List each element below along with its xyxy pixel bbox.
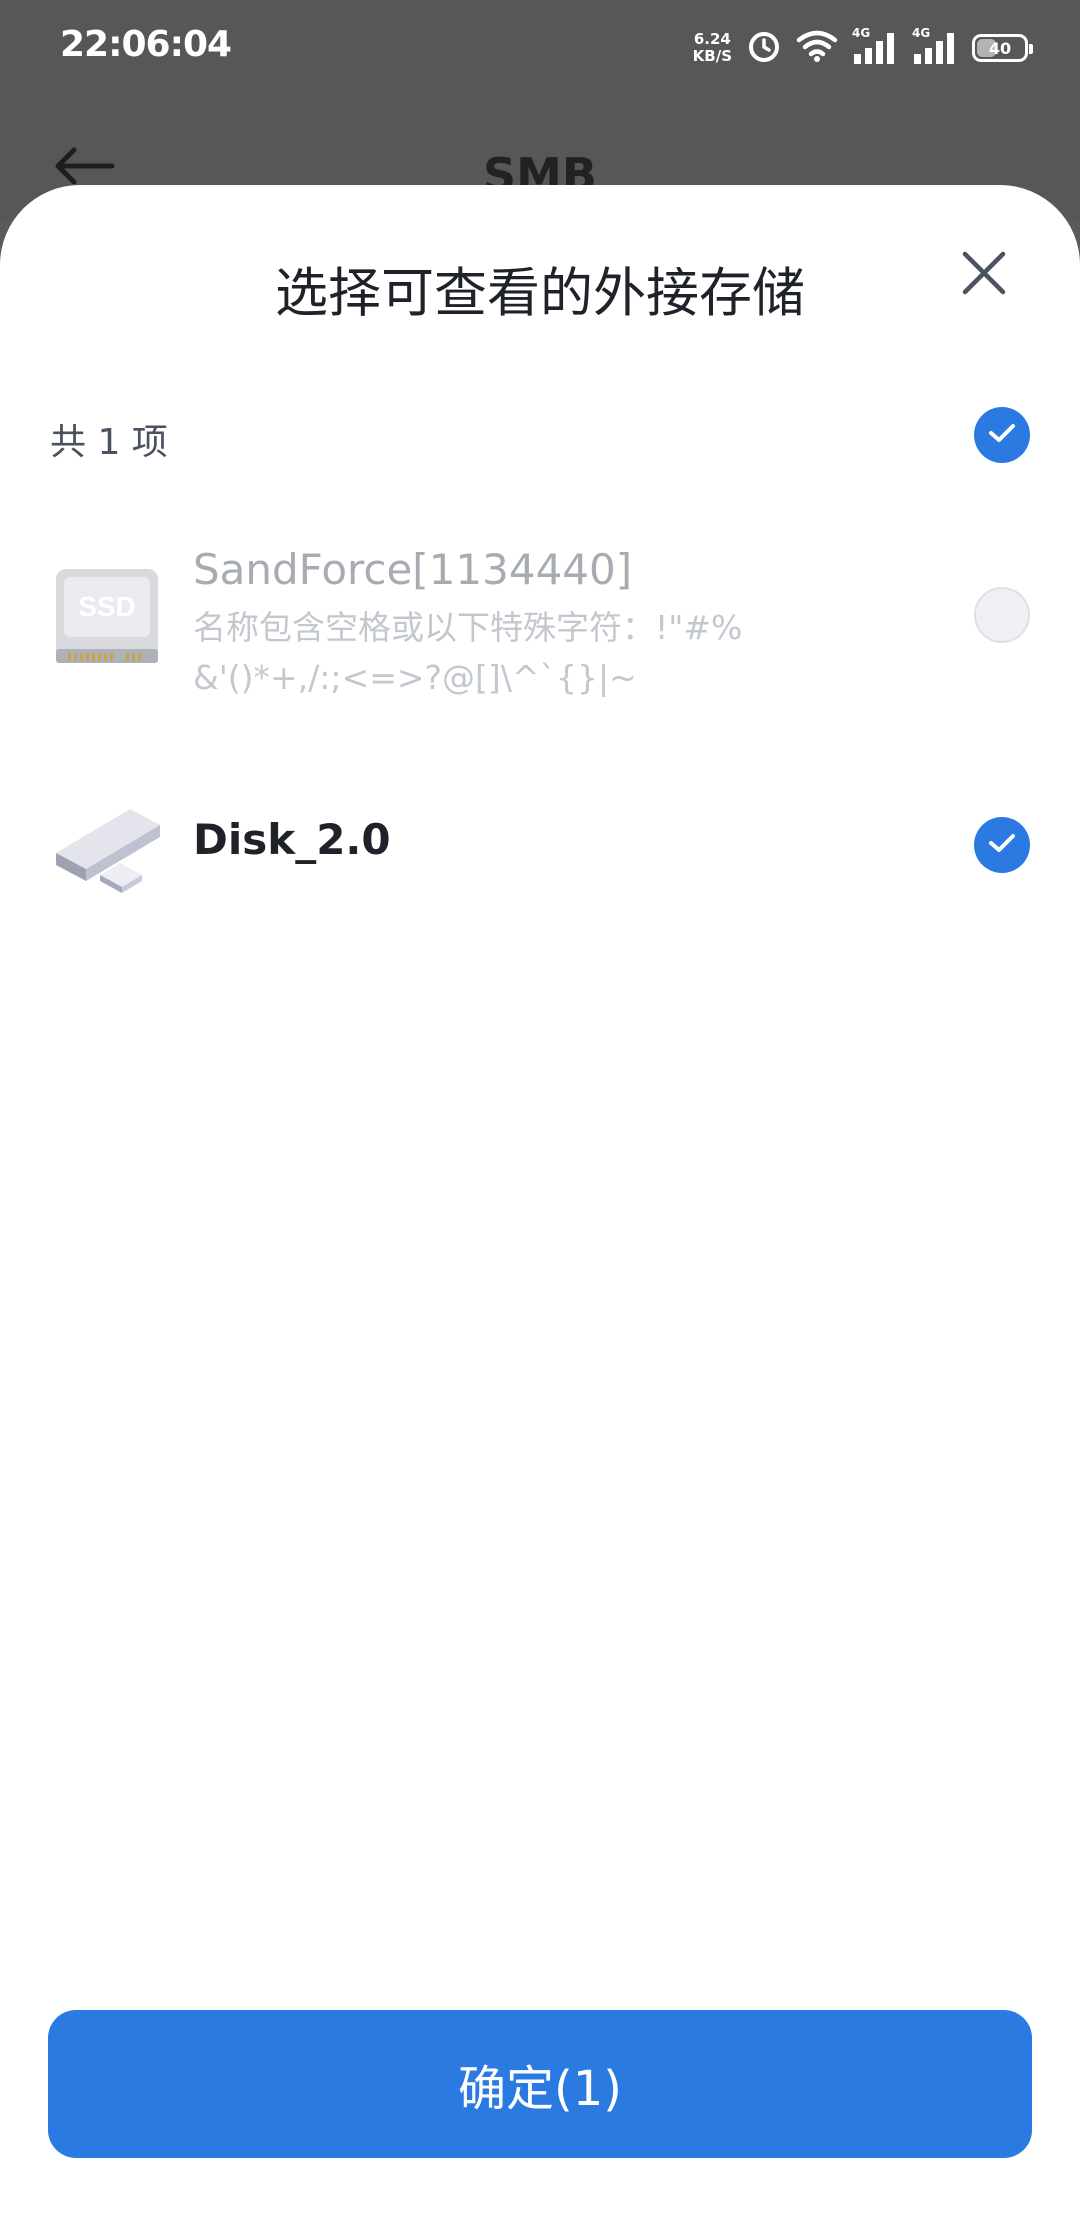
network-speed-value: 6.24 — [693, 30, 731, 48]
item-description: 名称包含空格或以下特殊字符：!"#%&'()*+,/:;<=>?@[]\^`{}… — [193, 608, 743, 697]
list-item[interactable]: Disk_2.0 — [0, 765, 1080, 925]
network-speed-unit: KB/S — [692, 47, 732, 65]
confirm-button[interactable]: 确定(1) — [48, 2010, 1032, 2158]
item-name: SandForce[1134440] — [193, 545, 633, 594]
bottom-sheet: 选择可查看的外接存储 共 1 项 SSD SandForce[1134440] … — [0, 185, 1080, 2232]
sheet-title: 选择可查看的外接存储 — [275, 263, 805, 324]
ssd-icon-label: SSD — [78, 591, 136, 622]
status-bar: 22:06:04 6.24 KB/S 4G 4G 40 — [0, 0, 1080, 100]
item-checkbox[interactable] — [974, 817, 1030, 873]
list-item: SSD SandForce[1134440] 名称包含空格或以下特殊字符：!"#… — [0, 525, 1080, 725]
network-speed: 6.24 KB/S — [693, 31, 732, 65]
alarm-icon — [746, 28, 782, 68]
signal-icon: 4G — [912, 26, 958, 66]
ssd-icon: SSD — [52, 563, 162, 677]
wifi-icon — [796, 29, 838, 67]
status-time: 22:06:04 — [60, 24, 232, 65]
select-all-checkbox[interactable] — [974, 407, 1030, 463]
battery-icon: 40 — [972, 34, 1033, 62]
close-icon — [960, 249, 1008, 301]
checkmark-icon — [987, 421, 1017, 449]
battery-level: 40 — [988, 38, 1012, 58]
item-count-label: 共 1 项 — [50, 422, 168, 463]
item-name: Disk_2.0 — [193, 815, 391, 864]
signal-icon: 4G — [852, 26, 898, 66]
close-button[interactable] — [956, 247, 1012, 303]
checkmark-icon — [987, 831, 1017, 859]
usb-drive-icon — [52, 797, 164, 897]
status-icons: 6.24 KB/S 4G 4G 40 — [693, 26, 1033, 70]
item-checkbox — [974, 587, 1030, 643]
